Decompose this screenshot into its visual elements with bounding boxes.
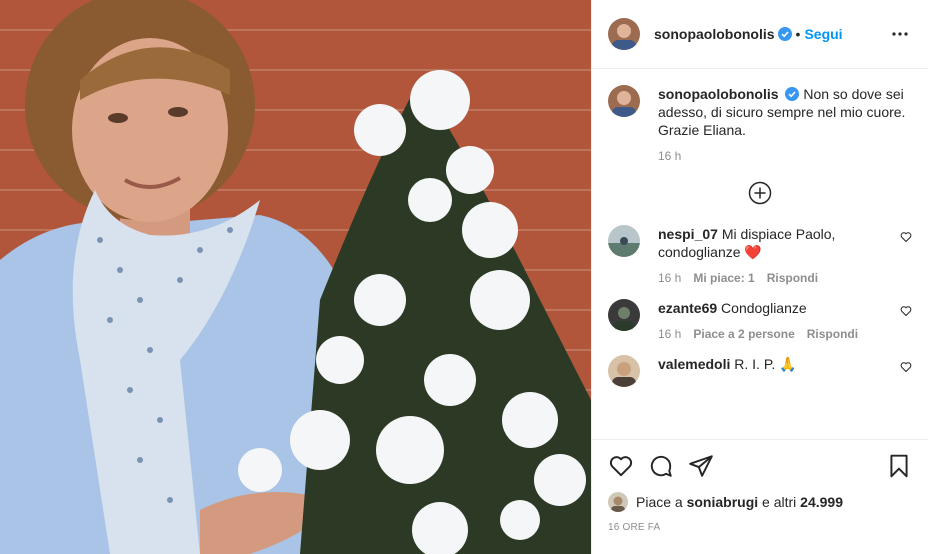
reply-button[interactable]: Rispondi — [807, 327, 858, 341]
comment-meta: 16 h Piace a 2 persone Rispondi — [658, 327, 900, 341]
post-actions: Piace a soniabrugi e altri 24.999 16 ORE… — [592, 439, 928, 554]
like-heart-icon[interactable] — [608, 453, 634, 479]
comment-meta: 16 h Mi piace: 1 Rispondi — [658, 271, 900, 285]
save-bookmark-icon[interactable] — [886, 453, 912, 479]
header-username[interactable]: sonopaolobonolis — [654, 26, 775, 42]
load-more-icon[interactable] — [748, 181, 772, 205]
instagram-post: sonopaolobonolis • Segui sonopaolobonoli… — [0, 0, 928, 554]
verified-badge-icon — [777, 27, 792, 41]
caption-username[interactable]: sonopaolobonolis — [658, 86, 779, 102]
like-comment-heart-icon[interactable] — [900, 361, 912, 373]
avatar[interactable] — [608, 85, 640, 117]
likes-count[interactable]: 24.999 — [800, 494, 843, 510]
likes-prefix: Piace a — [636, 494, 683, 510]
comment-text: nespi_07 Mi dispiace Paolo, condoglianze… — [658, 225, 900, 261]
comment-username[interactable]: ezante69 — [658, 300, 717, 316]
like-comment-heart-icon[interactable] — [900, 305, 912, 317]
likes-suffix: e altri — [762, 494, 797, 510]
liker-avatar[interactable] — [608, 492, 628, 512]
red-heart-emoji: ❤️ — [744, 244, 762, 260]
comment-likes[interactable]: Mi piace: 1 — [693, 271, 754, 285]
comment-text: ezante69 Condoglianze — [658, 299, 900, 317]
comment-username[interactable]: valemedoli — [658, 356, 730, 372]
comment-text: valemedoli R. I. P. 🙏 — [658, 355, 900, 373]
comment: valemedoli R. I. P. 🙏 — [608, 355, 912, 387]
avatar[interactable] — [608, 355, 640, 387]
comment: nespi_07 Mi dispiace Paolo, condoglianze… — [608, 225, 912, 285]
avatar[interactable] — [608, 299, 640, 331]
comment-time[interactable]: 16 h — [658, 327, 681, 341]
reply-button[interactable]: Rispondi — [767, 271, 818, 285]
comment-body: R. I. P. 🙏 — [734, 356, 797, 372]
likes-user[interactable]: soniabrugi — [687, 494, 759, 510]
comment-username[interactable]: nespi_07 — [658, 226, 718, 242]
load-more-comments — [608, 181, 912, 205]
post-time[interactable]: 16 ORE FA — [608, 522, 912, 533]
post-header: sonopaolobonolis • Segui — [592, 0, 928, 69]
comment-time[interactable]: 16 h — [658, 271, 681, 285]
follow-button[interactable]: Segui — [804, 26, 842, 42]
comment-bubble-icon[interactable] — [648, 453, 674, 479]
verified-badge-icon — [785, 87, 800, 101]
caption: sonopaolobonolis Non so dove sei adesso,… — [608, 85, 912, 163]
comment-likes[interactable]: Piace a 2 persone — [693, 327, 794, 341]
post-side-panel: sonopaolobonolis • Segui sonopaolobonoli… — [591, 0, 928, 554]
likes-summary: Piace a soniabrugi e altri 24.999 — [608, 492, 912, 512]
comment: ezante69 Condoglianze 16 h Piace a 2 per… — [608, 299, 912, 341]
photo-illustration — [0, 0, 591, 554]
share-paper-plane-icon[interactable] — [688, 453, 714, 479]
post-photo[interactable] — [0, 0, 591, 554]
separator-dot: • — [795, 26, 801, 42]
more-options-icon[interactable] — [888, 22, 912, 46]
comment-body: Condoglianze — [721, 300, 807, 316]
comments-section[interactable]: sonopaolobonolis Non so dove sei adesso,… — [592, 69, 928, 439]
avatar[interactable] — [608, 18, 640, 50]
like-comment-heart-icon[interactable] — [900, 231, 912, 243]
avatar[interactable] — [608, 225, 640, 257]
caption-time[interactable]: 16 h — [658, 149, 681, 163]
action-icons — [608, 450, 912, 482]
caption-text: sonopaolobonolis Non so dove sei adesso,… — [658, 85, 912, 139]
caption-meta: 16 h — [658, 149, 912, 163]
